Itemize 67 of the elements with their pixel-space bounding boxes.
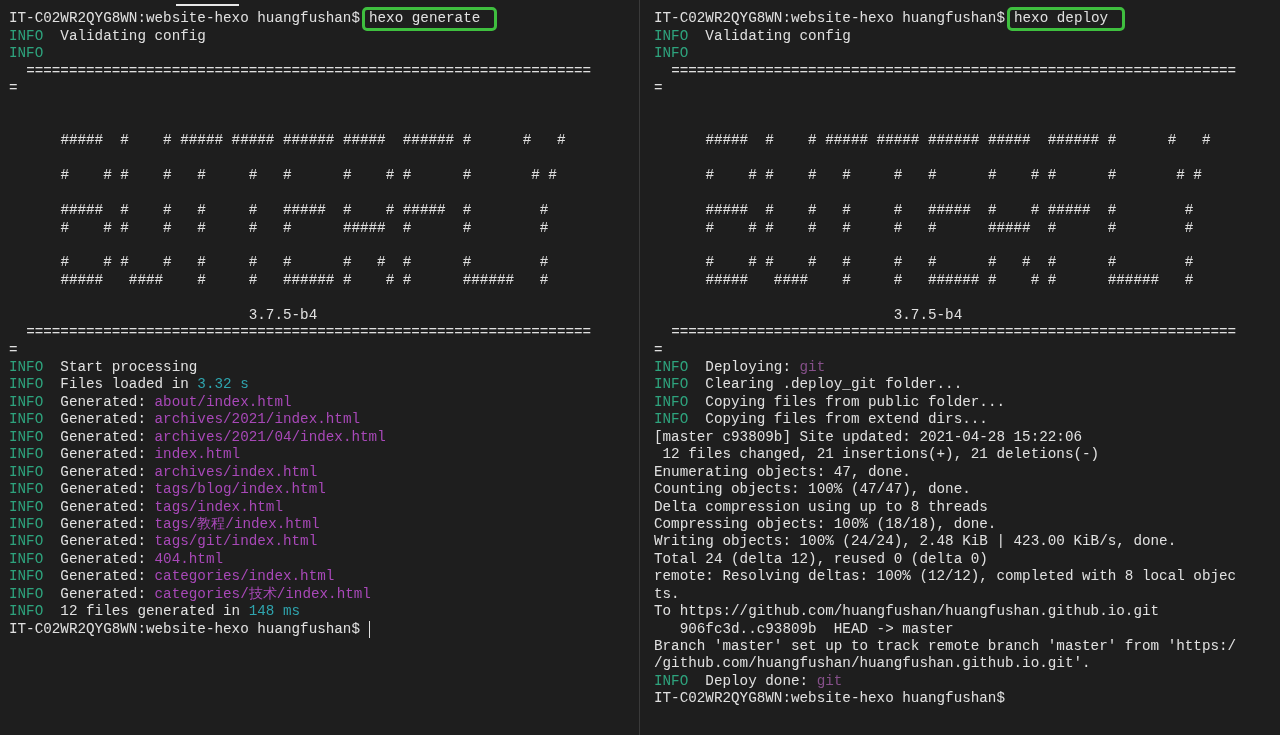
log-line: INFO Clearing .deploy_git folder...: [654, 376, 963, 393]
output-line: Counting objects: 100% (47/47), done.: [654, 481, 971, 498]
prompt-text: IT-C02WR2QYG8WN:website-hexo huangfushan$: [654, 10, 1005, 27]
ascii-art-row: ##### # # # # ##### # # ##### # #: [60, 202, 549, 219]
log-line: INFO Generated: categories/技术/index.html: [9, 585, 371, 602]
log-line: INFO: [654, 45, 689, 62]
prompt-text: IT-C02WR2QYG8WN:website-hexo huangfushan$: [9, 620, 360, 637]
ascii-art-row: ##### #### # # ###### # # # ###### #: [60, 271, 549, 288]
log-line: INFO Generated: categories/index.html: [9, 568, 335, 585]
log-line: INFO Generated: tags/index.html: [9, 498, 283, 515]
output-line: Enumerating objects: 47, done.: [654, 463, 911, 480]
output-line: =: [654, 341, 663, 358]
log-line: INFO Copying files from public folder...: [654, 393, 1005, 410]
output-line: =: [654, 80, 663, 97]
log-line: INFO Generated: about/index.html: [9, 393, 292, 410]
prompt-text: IT-C02WR2QYG8WN:website-hexo huangfushan$: [9, 10, 360, 27]
output-line: Compressing objects: 100% (18/18), done.: [654, 516, 997, 532]
output-line: ==================================================================: [671, 62, 1237, 79]
log-line: INFO Files loaded in 3.32 s: [9, 376, 249, 393]
output-line: /github.com/huangfushan/huangfushan.github.io.git'.: [654, 655, 1091, 672]
log-line: INFO Generated: archives/2021/index.html: [9, 411, 360, 428]
log-line: INFO Start processing: [9, 359, 198, 376]
log-line: INFO Generated: index.html: [9, 446, 241, 463]
output-line: [master c93809b] Site updated: 2021-04-28 15:22:06: [654, 428, 1083, 445]
log-line: INFO Generated: tags/blog/index.html: [9, 481, 326, 498]
ascii-art-row: # # # # # # # # # # # #: [60, 254, 549, 271]
log-line: INFO Generated: tags/教程/index.html: [9, 516, 320, 532]
output-line: =: [9, 80, 18, 97]
output-line: ==================================================================: [26, 62, 592, 79]
log-line: INFO Generated: archives/index.html: [9, 463, 318, 480]
output-line: 3.7.5-b4: [248, 306, 318, 323]
ascii-art-row: # # # # # # # # # # # #: [705, 254, 1194, 271]
ascii-art-row: ##### # # ##### ##### ###### ##### ###### # # #: [60, 132, 566, 149]
ascii-art-row: # # # # # # # # # # # # #: [60, 167, 557, 184]
output-line: Total 24 (delta 12), reused 0 (delta 0): [654, 550, 988, 567]
ascii-art-row: ##### # # # # ##### # # ##### # #: [705, 202, 1194, 219]
log-line: INFO: [9, 45, 44, 62]
highlighted-command: hexo generate: [362, 7, 498, 31]
log-line: INFO Validating config: [654, 27, 851, 44]
log-line: INFO Generated: archives/2021/04/index.html: [9, 428, 386, 445]
log-line: INFO Generated: tags/git/index.html: [9, 533, 318, 550]
ascii-art-row: ##### #### # # ###### # # # ###### #: [705, 271, 1194, 288]
highlighted-command: hexo deploy: [1007, 7, 1126, 31]
tab-indicator: [176, 4, 239, 6]
output-line: =: [9, 341, 18, 358]
log-line: INFO Deploy done: git: [654, 672, 843, 689]
output-line: ==================================================================: [26, 324, 592, 341]
output-line: remote: Resolving deltas: 100% (12/12), completed with 8 local objec: [654, 568, 1237, 585]
log-line: INFO Validating config: [9, 27, 206, 44]
ascii-art-row: ##### # # ##### ##### ###### ##### ###### # # #: [705, 132, 1211, 149]
log-line: INFO Copying files from extend dirs...: [654, 411, 988, 428]
ascii-art-row: # # # # # # # ##### # # #: [60, 219, 549, 236]
output-line: ts.: [654, 585, 680, 602]
ascii-art-row: # # # # # # # # # # # # #: [705, 167, 1202, 184]
output-line: 3.7.5-b4: [893, 306, 963, 323]
output-line: Writing objects: 100% (24/24), 2.48 KiB | 423.00 KiB/s, done.: [654, 533, 1177, 550]
log-line: INFO Generated: 404.html: [9, 550, 224, 567]
ascii-art-row: # # # # # # # ##### # # #: [705, 219, 1194, 236]
log-line: INFO 12 files generated in 148 ms: [9, 603, 301, 620]
output-line: Branch 'master' set up to track remote branch 'master' from 'https:/: [654, 638, 1237, 655]
output-line: To https://github.com/huangfushan/huangfushan.github.io.git: [654, 603, 1160, 620]
prompt-text: IT-C02WR2QYG8WN:website-hexo huangfushan$: [654, 690, 1005, 707]
output-line: ==================================================================: [671, 324, 1237, 341]
log-line: INFO Deploying: git: [654, 359, 826, 376]
output-line: 906fc3d..c93809b HEAD -> master: [679, 620, 954, 637]
output-line: Delta compression using up to 8 threads: [654, 498, 988, 515]
output-line: 12 files changed, 21 insertions(+), 21 deletions(-): [662, 446, 1100, 463]
